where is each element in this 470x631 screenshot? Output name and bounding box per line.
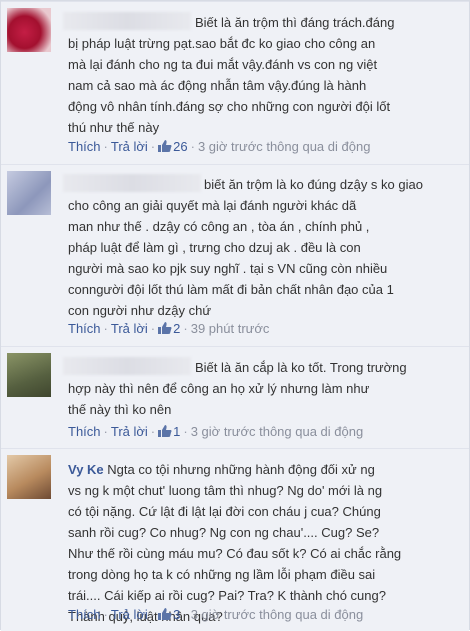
- like-button[interactable]: Thích: [68, 139, 101, 154]
- comment-4: Vy Ke Ngta co tội nhưng những hành động …: [1, 448, 469, 631]
- comment-1: Biết là ăn trộm thì đáng trách.đáng bị p…: [1, 1, 469, 164]
- like-count[interactable]: 26: [158, 139, 188, 154]
- thumbs-up-icon: [158, 608, 172, 620]
- comment-text: Vy Ke Ngta co tội nhưng những hành động …: [68, 462, 402, 624]
- reply-button[interactable]: Trả lời: [111, 321, 148, 336]
- comment-actions: Thích · Trả lời · 3 · 3 giờ trước thông qua di…: [68, 607, 364, 622]
- like-button[interactable]: Thích: [68, 321, 101, 336]
- comment-text: biết ăn trộm là ko đúng dzậy s ko giao c…: [68, 177, 423, 318]
- timestamp: 3 giờ trước thông qua di động: [197, 139, 371, 154]
- thumbs-up-icon: [158, 140, 172, 152]
- comment-actions: Thích · Trả lời · 1 · 3 giờ trước thông qua di…: [68, 424, 364, 439]
- comment-3: Biết là ăn cắp là ko tốt. Trong trường h…: [1, 346, 469, 448]
- avatar[interactable]: [7, 8, 51, 52]
- comment-text: Biết là ăn cắp là ko tốt. Trong trường h…: [68, 360, 407, 417]
- avatar[interactable]: [7, 171, 51, 215]
- reply-button[interactable]: Trả lời: [111, 424, 148, 439]
- like-count[interactable]: 3: [158, 607, 180, 622]
- comment-thread: Biết là ăn trộm thì đáng trách.đáng bị p…: [0, 0, 470, 631]
- comment-text: Biết là ăn trộm thì đáng trách.đáng bị p…: [68, 15, 395, 135]
- timestamp: 39 phút trước: [190, 321, 270, 336]
- like-count[interactable]: 2: [158, 321, 180, 336]
- timestamp: 3 giờ trước thông qua di động: [190, 607, 364, 622]
- comment-2: biết ăn trộm là ko đúng dzậy s ko giao c…: [1, 164, 469, 346]
- reply-button[interactable]: Trả lời: [111, 139, 148, 154]
- timestamp: 3 giờ trước thông qua di động: [190, 424, 364, 439]
- avatar[interactable]: [7, 353, 51, 397]
- like-button[interactable]: Thích: [68, 607, 101, 622]
- author-name[interactable]: Vy Ke: [68, 462, 104, 477]
- like-count[interactable]: 1: [158, 424, 180, 439]
- reply-button[interactable]: Trả lời: [111, 607, 148, 622]
- comment-actions: Thích · Trả lời · 2 · 39 phút trước: [68, 321, 270, 336]
- thumbs-up-icon: [158, 425, 172, 437]
- avatar[interactable]: [7, 455, 51, 499]
- thumbs-up-icon: [158, 322, 172, 334]
- like-button[interactable]: Thích: [68, 424, 101, 439]
- comment-actions: Thích · Trả lời · 26 · 3 giờ trước thông qua d…: [68, 139, 371, 154]
